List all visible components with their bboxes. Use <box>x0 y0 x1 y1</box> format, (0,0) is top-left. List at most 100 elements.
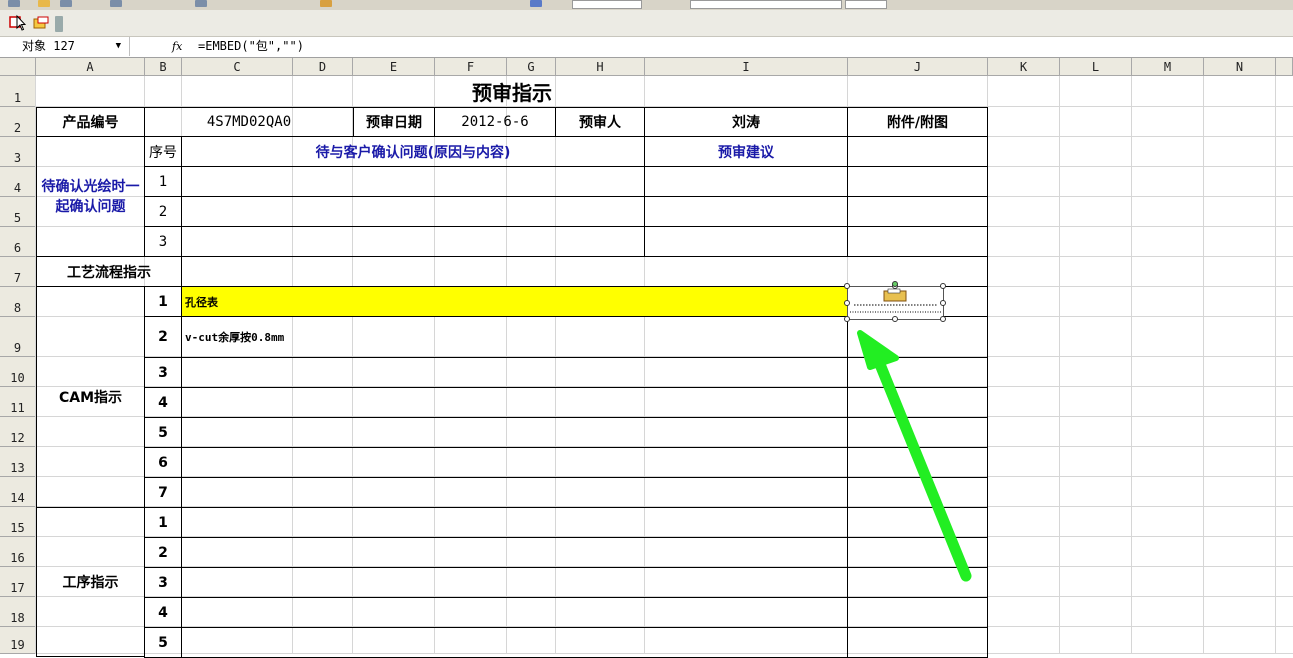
review-date-label[interactable]: 预审日期 <box>353 107 435 137</box>
reviewer-label[interactable]: 预审人 <box>555 107 645 137</box>
resize-handle[interactable] <box>940 283 946 289</box>
seq-label[interactable]: 序号 <box>144 136 182 167</box>
process-label[interactable]: 工艺流程指示 <box>36 256 182 287</box>
resize-handle[interactable] <box>844 283 850 289</box>
row-header-11[interactable]: 11 <box>0 387 36 417</box>
cam-content-cell[interactable]: 孔径表 <box>181 286 848 317</box>
row-header-7[interactable]: 7 <box>0 257 36 287</box>
cam-seq[interactable]: 2 <box>144 316 182 358</box>
row-header-3[interactable]: 3 <box>0 137 36 167</box>
proc-content-cell[interactable] <box>181 537 848 568</box>
cam-content-cell[interactable] <box>181 417 848 448</box>
attachment-label[interactable]: 附件/附图 <box>847 107 988 137</box>
spell-icon[interactable] <box>195 0 207 7</box>
row-header-14[interactable]: 14 <box>0 477 36 507</box>
row-header-10[interactable]: 10 <box>0 357 36 387</box>
proc-content-cell[interactable] <box>181 627 848 658</box>
resize-handle[interactable] <box>844 300 850 306</box>
cam-attachment-cell[interactable] <box>847 417 988 448</box>
proc-seq[interactable]: 4 <box>144 597 182 628</box>
proc-content-cell[interactable] <box>181 507 848 538</box>
column-header-n[interactable]: N <box>1204 58 1276 76</box>
column-header-a[interactable]: A <box>36 58 145 76</box>
resize-handle[interactable] <box>844 316 850 322</box>
confirm-suggestion-cell[interactable] <box>644 166 848 197</box>
confirm-issue-cell[interactable] <box>181 226 645 257</box>
formula-input[interactable]: =EMBED("包","") <box>198 37 304 56</box>
proc-seq[interactable]: 5 <box>144 627 182 658</box>
select-all-corner[interactable] <box>0 58 36 76</box>
column-header-b[interactable]: B <box>145 58 182 76</box>
proc-attachment-cell[interactable] <box>847 507 988 538</box>
confirm-attachment-cell[interactable] <box>847 226 988 257</box>
column-header-k[interactable]: K <box>988 58 1060 76</box>
row-header-8[interactable]: 8 <box>0 287 36 317</box>
toolbar-options-icon[interactable] <box>55 16 63 32</box>
proc-seq[interactable]: 1 <box>144 507 182 538</box>
row-header-12[interactable]: 12 <box>0 417 36 447</box>
proc-seq[interactable]: 3 <box>144 567 182 598</box>
column-header-d[interactable]: D <box>293 58 353 76</box>
cam-content-cell[interactable] <box>181 477 848 508</box>
column-header-m[interactable]: M <box>1132 58 1204 76</box>
row-header-19[interactable]: 19 <box>0 627 36 654</box>
cam-seq[interactable]: 6 <box>144 447 182 478</box>
cam-seq[interactable]: 1 <box>144 286 182 317</box>
process-cell[interactable] <box>181 256 988 287</box>
cam-seq[interactable]: 3 <box>144 357 182 388</box>
cam-seq[interactable]: 5 <box>144 417 182 448</box>
row-header-6[interactable]: 6 <box>0 227 36 257</box>
cam-attachment-cell[interactable] <box>847 477 988 508</box>
column-header-g[interactable]: G <box>507 58 556 76</box>
cam-attachment-cell[interactable] <box>847 447 988 478</box>
confirm-suggestion-cell[interactable] <box>644 196 848 227</box>
cam-seq[interactable]: 7 <box>144 477 182 508</box>
cam-attachment-cell[interactable] <box>847 316 988 358</box>
confirm-seq[interactable]: 3 <box>144 226 182 257</box>
confirm-issue-cell[interactable] <box>181 196 645 227</box>
proc-content-cell[interactable] <box>181 567 848 598</box>
proc-section-label[interactable]: 工序指示 <box>36 507 145 657</box>
column-header-l[interactable]: L <box>1060 58 1132 76</box>
paint-icon[interactable] <box>320 0 332 7</box>
save-icon[interactable] <box>60 0 72 7</box>
reviewer-value[interactable]: 刘涛 <box>644 107 848 137</box>
print-icon[interactable] <box>110 0 122 7</box>
confirm-section-label[interactable]: 待确认光绘时一起确认问题 <box>36 136 145 257</box>
cam-content-cell[interactable]: v-cut余厚按0.8mm <box>181 316 848 358</box>
column-header-e[interactable]: E <box>353 58 435 76</box>
embedded-package-object[interactable]: 包 <box>847 286 944 320</box>
name-box[interactable]: 对象 127 ▼ <box>0 37 130 56</box>
row-header-9[interactable]: 9 <box>0 317 36 357</box>
column-header-f[interactable]: F <box>435 58 507 76</box>
issues-label[interactable]: 待与客户确认问题(原因与内容) <box>181 136 645 167</box>
fx-icon[interactable]: fx <box>172 37 182 56</box>
design-mode-icon[interactable] <box>32 14 50 32</box>
suggestion-label[interactable]: 预审建议 <box>644 136 848 167</box>
product-no-label[interactable]: 产品编号 <box>36 107 145 137</box>
confirm-attachment-cell[interactable] <box>847 196 988 227</box>
attachment-cell[interactable] <box>847 136 988 167</box>
select-object-icon[interactable] <box>8 14 26 32</box>
row-header-2[interactable]: 2 <box>0 107 36 137</box>
row-header-1[interactable]: 1 <box>0 76 36 107</box>
review-date-value[interactable]: 2012-6-6 <box>434 107 556 137</box>
row-header-17[interactable]: 17 <box>0 567 36 597</box>
row-header-4[interactable]: 4 <box>0 167 36 197</box>
column-header-j[interactable]: J <box>848 58 988 76</box>
row-header-18[interactable]: 18 <box>0 597 36 627</box>
cam-attachment-cell[interactable] <box>847 387 988 418</box>
confirm-seq[interactable]: 1 <box>144 166 182 197</box>
row-header-16[interactable]: 16 <box>0 537 36 567</box>
proc-attachment-cell[interactable] <box>847 597 988 628</box>
sheet-title[interactable]: 预审指示 <box>36 76 988 107</box>
resize-handle[interactable] <box>940 316 946 322</box>
confirm-suggestion-cell[interactable] <box>644 226 848 257</box>
resize-handle[interactable] <box>940 300 946 306</box>
cam-content-cell[interactable] <box>181 447 848 478</box>
proc-seq[interactable]: 2 <box>144 537 182 568</box>
proc-attachment-cell[interactable] <box>847 627 988 658</box>
column-header-i[interactable]: I <box>645 58 848 76</box>
zoom-box[interactable] <box>572 0 642 9</box>
row-header-5[interactable]: 5 <box>0 197 36 227</box>
